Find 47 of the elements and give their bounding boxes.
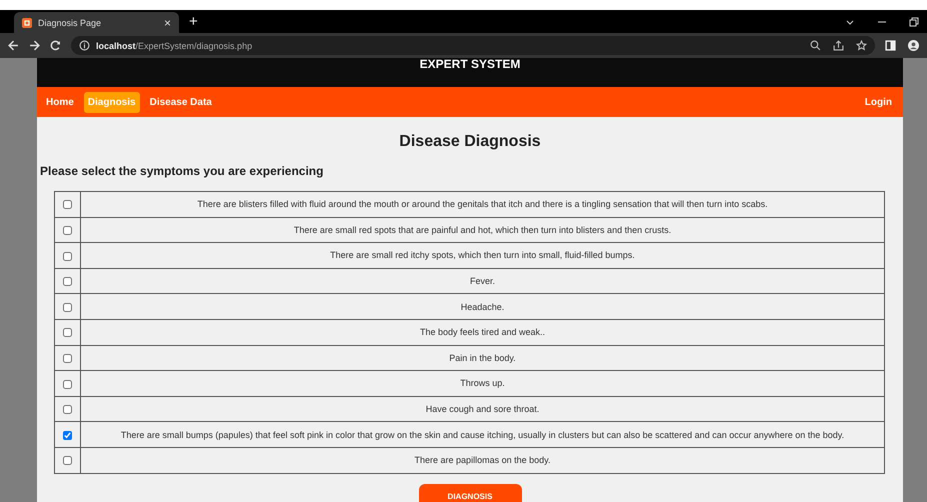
symptom-text: Pain in the body. <box>449 352 516 363</box>
url-text: localhost/ExpertSystem/diagnosis.php <box>96 40 252 50</box>
info-icon[interactable] <box>79 40 90 51</box>
forward-arrow-icon[interactable] <box>29 40 40 51</box>
symptom-text: There are small bumps (papules) that feel soft pink in color that grow on the skin and cause itching, usually in clusters but can also be scattered and can occur anywhere on the body. <box>120 430 844 440</box>
tab-title: Diagnosis Page <box>38 18 102 28</box>
symptom-text: The body feels tired and weak.. <box>420 327 546 338</box>
symptom-text: There are papillomas on the body. <box>414 455 550 466</box>
app-logo-icon <box>22 18 32 28</box>
diagnosis-button[interactable]: DIAGNOSIS <box>418 484 522 502</box>
new-tab-button[interactable]: + <box>189 13 198 30</box>
symptom-checkbox[interactable] <box>63 252 72 261</box>
star-icon[interactable] <box>856 40 867 51</box>
symptom-checkbox[interactable] <box>63 354 72 363</box>
symptom-text: There are small red spots that are painful and hot, which then turn into blisters and then crusts. <box>294 224 672 235</box>
nav-link[interactable]: Disease Data <box>146 92 216 112</box>
symptom-checkbox[interactable] <box>63 380 72 389</box>
nav-link[interactable]: Home <box>42 92 78 112</box>
zoom-icon[interactable] <box>810 40 821 51</box>
symptom-text: Headache. <box>460 302 504 312</box>
symptom-checkbox[interactable] <box>63 226 72 235</box>
symptom-text: Fever. <box>470 276 495 286</box>
symptom-checkbox[interactable] <box>63 302 72 312</box>
address-bar[interactable]: localhost/ExpertSystem/diagnosis.php <box>71 36 875 55</box>
close-tab-button[interactable]: × <box>164 16 171 30</box>
symptom-checkbox[interactable] <box>63 456 72 466</box>
instruction-text: Please select the symptoms you are experiencing <box>40 164 324 178</box>
browser-tab[interactable]: Diagnosis Page × <box>14 12 179 33</box>
site-title: EXPERT SYSTEM <box>420 57 520 71</box>
symptom-checkbox[interactable] <box>63 277 72 286</box>
page-heading: Disease Diagnosis <box>398 133 542 151</box>
back-arrow-icon[interactable] <box>8 40 19 51</box>
share-icon[interactable] <box>833 40 844 51</box>
side-panel-icon[interactable] <box>885 40 896 51</box>
reload-icon[interactable] <box>50 40 61 51</box>
symptom-checkbox[interactable] <box>63 430 72 440</box>
symptom-text: Have cough and sore throat. <box>426 404 540 414</box>
nav-link[interactable]: Diagnosis <box>84 92 140 112</box>
symptom-checkbox[interactable] <box>63 405 72 414</box>
symptom-text: There are blisters filled with fluid around the mouth or around the genitals that itch and there is a tingling sensation that will then turn into scabs. <box>197 199 768 210</box>
restore-icon[interactable] <box>909 16 919 26</box>
login-link[interactable]: Login <box>858 96 898 108</box>
symptom-checkbox[interactable] <box>63 200 72 210</box>
symptom-checkbox[interactable] <box>63 328 72 338</box>
profile-avatar-icon[interactable] <box>908 40 919 51</box>
symptom-text: Throws up. <box>460 378 505 388</box>
symptom-text: There are small red itchy spots, which then turn into small, fluid-filled bumps. <box>330 250 635 260</box>
